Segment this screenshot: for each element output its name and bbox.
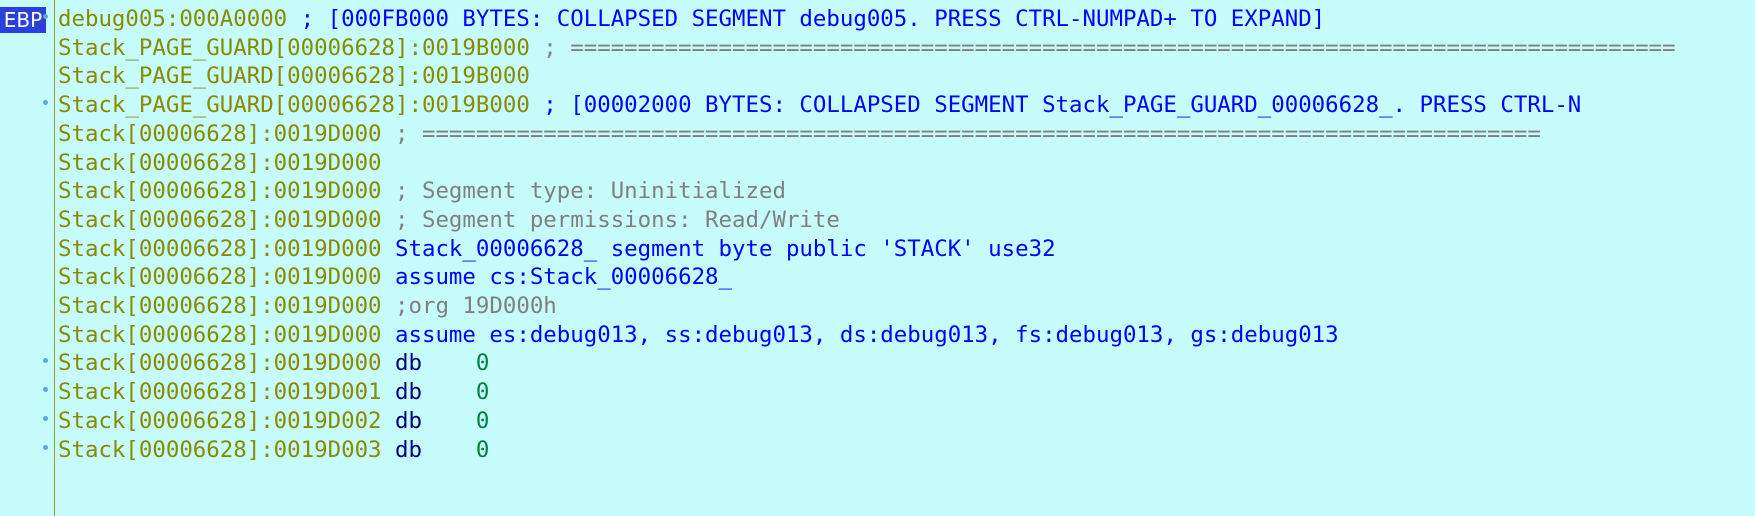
line-address[interactable]: Stack[00006628]:0019D000 (58, 178, 382, 204)
line-address[interactable]: Stack_PAGE_GUARD[00006628]:0019B000 (58, 92, 530, 118)
breakpoint-dot-icon[interactable] (43, 387, 48, 393)
breakpoint-dot-icon[interactable] (43, 358, 48, 364)
line-address[interactable]: Stack[00006628]:0019D000 (58, 121, 382, 147)
line-address[interactable]: Stack[00006628]:0019D002 (58, 408, 382, 434)
breakpoint-dot-icon[interactable] (43, 100, 48, 106)
ebp-register-badge: EBP (0, 7, 46, 33)
operand-value[interactable]: 0 (476, 408, 489, 434)
listing-line[interactable]: Stack[00006628]:0019D003 db 0 (58, 434, 1755, 466)
comment-text: ; ======================================… (381, 120, 1541, 147)
instruction-mnemonic[interactable]: db (382, 379, 476, 405)
line-address[interactable]: Stack[00006628]:0019D003 (58, 437, 382, 463)
directive-text: Stack_00006628_ segment byte public 'STA… (381, 235, 1056, 262)
comment-text: ; ======================================… (529, 34, 1676, 61)
breakpoint-dot-icon[interactable] (43, 14, 48, 19)
directive-text: assume cs:Stack_00006628_ (381, 264, 733, 291)
directive-text: assume es:debug013, ss:debug013, ds:debu… (381, 321, 1339, 348)
listing-line[interactable]: Stack[00006628]:0019D000 db 0 (58, 347, 1755, 379)
listing-line[interactable]: Stack[00006628]:0019D000 assume cs:Stack… (58, 261, 1755, 293)
line-address[interactable]: Stack[00006628]:0019D000 (58, 236, 382, 262)
operand-value[interactable]: 0 (476, 437, 489, 463)
comment-text: ; Segment type: Uninitialized (381, 178, 786, 205)
operand-value[interactable]: 0 (476, 350, 489, 376)
gutter-separator (54, 0, 55, 516)
line-address[interactable]: Stack[00006628]:0019D000 (58, 322, 382, 348)
line-address[interactable]: Stack[00006628]:0019D000 (58, 207, 382, 233)
comment-text: ; Segment permissions: Read/Write (381, 206, 840, 233)
listing-line[interactable]: Stack_PAGE_GUARD[00006628]:0019B000 (58, 60, 1755, 92)
comment-text: ;org 19D000h (381, 293, 557, 319)
line-address[interactable]: Stack[00006628]:0019D000 (58, 264, 382, 290)
line-address[interactable]: Stack_PAGE_GUARD[00006628]:0019B000 (58, 35, 530, 61)
directive-text: ; [00002000 BYTES: COLLAPSED SEGMENT Sta… (529, 92, 1582, 119)
listing-line[interactable]: Stack[00006628]:0019D000 ; Segment permi… (58, 204, 1755, 236)
listing-line[interactable]: Stack[00006628]:0019D000 (58, 147, 1755, 179)
line-address[interactable]: Stack[00006628]:0019D000 (58, 350, 382, 376)
line-address[interactable]: Stack[00006628]:0019D001 (58, 379, 382, 405)
listing-line[interactable]: debug005:000A0000 ; [000FB000 BYTES: COL… (58, 3, 1755, 35)
listing-line[interactable]: Stack[00006628]:0019D000 Stack_00006628_… (58, 233, 1755, 265)
listing-line[interactable]: Stack_PAGE_GUARD[00006628]:0019B000 ; ==… (58, 32, 1755, 64)
breakpoint-dot-icon[interactable] (43, 415, 48, 421)
listing-line[interactable]: Stack[00006628]:0019D000 ;org 19D000h (58, 290, 1755, 322)
instruction-mnemonic[interactable]: db (382, 350, 476, 376)
line-address[interactable]: debug005:000A0000 (58, 6, 287, 32)
listing-line[interactable]: Stack[00006628]:0019D001 db 0 (58, 376, 1755, 408)
listing-line[interactable]: Stack_PAGE_GUARD[00006628]:0019B000 ; [0… (58, 89, 1755, 121)
instruction-mnemonic[interactable]: db (382, 437, 476, 463)
directive-text: ; [000FB000 BYTES: COLLAPSED SEGMENT deb… (287, 6, 1326, 32)
line-address[interactable]: Stack[00006628]:0019D000 (58, 150, 382, 176)
listing-line[interactable]: Stack[00006628]:0019D000 ; Segment type:… (58, 175, 1755, 207)
listing-line[interactable]: Stack[00006628]:0019D002 db 0 (58, 405, 1755, 437)
breakpoint-dot-icon[interactable] (43, 444, 48, 450)
instruction-mnemonic[interactable]: db (382, 408, 476, 434)
operand-value[interactable]: 0 (476, 379, 489, 405)
line-address[interactable]: Stack[00006628]:0019D000 (58, 293, 382, 319)
listing-line[interactable]: Stack[00006628]:0019D000 ; =============… (58, 118, 1755, 150)
listing-line[interactable]: Stack[00006628]:0019D000 assume es:debug… (58, 319, 1755, 351)
line-address[interactable]: Stack_PAGE_GUARD[00006628]:0019B000 (58, 63, 530, 89)
